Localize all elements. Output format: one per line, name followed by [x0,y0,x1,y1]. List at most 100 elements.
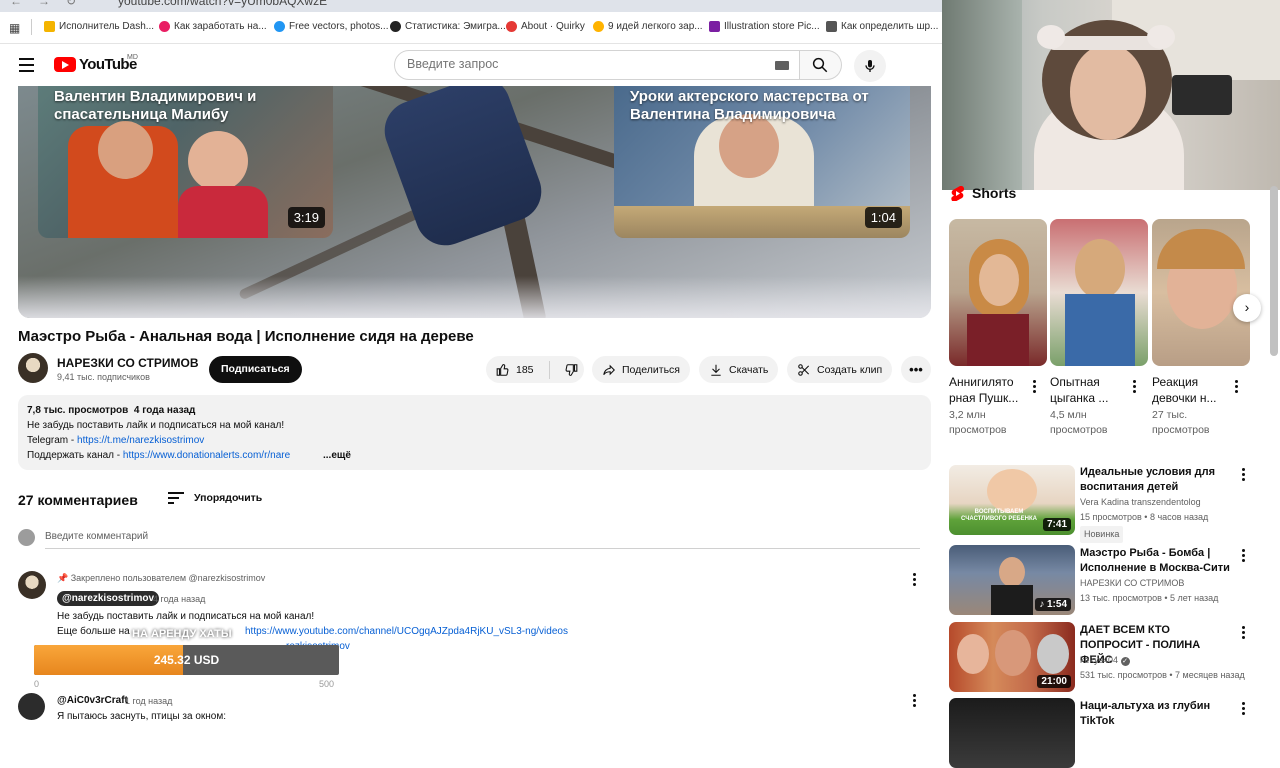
recommended-channel[interactable]: Vera Kadina transzendentolog [1080,495,1260,510]
keyboard-icon[interactable] [775,61,789,70]
bookmark-item[interactable]: Статистика: Эмигра... [390,21,506,32]
short-thumbnail[interactable] [949,219,1047,366]
shorts-next-button[interactable]: › [1233,294,1261,322]
page-scrollbar[interactable] [1270,186,1278,356]
youtube-logo-icon[interactable] [54,57,76,72]
short-title[interactable]: Опытная цыганка ... [1050,374,1136,406]
bookmark-item[interactable]: Исполнитель Dash... [44,21,154,32]
recommended-menu-icon[interactable] [1242,549,1246,564]
channel-avatar[interactable] [18,353,48,383]
recommended-menu-icon[interactable] [1242,468,1246,483]
short-menu-icon[interactable] [1033,380,1037,395]
comment-time[interactable]: 4 года назад [153,594,205,604]
short-thumbnail[interactable] [1152,219,1250,366]
endcard-video-1[interactable]: Валентин Владимирович и спасательница Ма… [38,86,333,238]
video-player[interactable]: Валентин Владимирович и спасательница Ма… [18,86,931,318]
donation-link[interactable]: https://www.donationalerts.com/r/nare [123,450,290,461]
face-image [995,630,1031,676]
comment-author[interactable]: @narezkisostrimov [57,591,160,606]
face-image [957,634,989,674]
donation-goal-value: 500 [319,679,335,689]
hair-image [1157,229,1245,269]
appliance-image [1172,75,1232,115]
logo-region-code: MD [127,54,138,61]
recommended-thumbnail[interactable]: 21:00 [949,622,1075,692]
create-clip-button[interactable]: Создать клип [787,356,893,383]
subscribe-button[interactable]: Подписаться [209,356,302,383]
voice-search-button[interactable] [854,50,886,82]
telegram-link[interactable]: https://t.me/narezkisostrimov [77,435,204,446]
forward-icon[interactable]: → [38,0,50,8]
video-duration: 21:00 [1037,675,1071,688]
view-count: 7,8 тыс. просмотров [27,405,129,416]
youtube-header: YouTube MD [0,44,942,86]
subscriber-count: 9,41 тыс. подписчиков [57,372,150,382]
bookmark-item[interactable]: Как определить шр... [826,21,938,32]
donation-amount: 245.32 USD [153,653,220,667]
recommended-title[interactable]: Маэстро Рыба - Бомба | Исполнение в Моск… [1080,546,1230,576]
description-box[interactable]: 7,8 тыс. просмотров 4 года назад Не забу… [18,395,931,470]
comment-time[interactable]: 1 год назад [125,696,172,706]
bookmark-item[interactable]: Free vectors, photos... [274,21,389,32]
recommended-thumbnail[interactable] [949,698,1075,768]
channel-name[interactable]: НАРЕЗКИ СО СТРИМОВ [57,356,199,370]
like-button[interactable]: 185 [486,360,550,379]
bookmark-favicon-icon [709,21,720,32]
dislike-button[interactable] [556,363,578,377]
search-box[interactable] [394,50,800,80]
recommended-channel[interactable]: НАРЕЗКИ СО СТРИМОВ [1080,576,1260,591]
shorts-heading[interactable]: Shorts [951,185,1016,201]
reload-icon[interactable]: ↻ [66,0,76,8]
bookmark-item[interactable]: Как заработать на... [159,21,267,32]
comment-author-avatar[interactable] [18,693,45,720]
recommended-meta: 13 тыс. просмотров • 5 лет назад [1080,593,1219,603]
window-image [942,0,1022,190]
menu-hamburger-icon[interactable] [19,58,34,72]
bookmark-label: Как определить шр... [841,21,939,32]
bookmark-item[interactable]: About · Quirky [506,21,585,32]
comment-menu-icon[interactable] [913,694,917,709]
download-button[interactable]: Скачать [699,356,779,383]
short-title[interactable]: Реакция девочки н... [1152,374,1238,406]
recommended-title[interactable]: Идеальные условия для воспитания детей [1080,465,1230,495]
short-thumbnail[interactable] [1050,219,1148,366]
thumbnail-caption: ВОСПИТЫВАЕМ СЧАСТЛИВОГО РЕБЕНКА [961,509,1037,522]
recommended-menu-icon[interactable] [1242,702,1246,717]
recommended-channel[interactable]: kekys404 [1080,655,1118,665]
comment-author[interactable]: @AiC0v3rCraft [57,695,128,706]
bookmark-item[interactable]: 9 идей легкого зар... [593,21,703,32]
apps-grid-icon[interactable]: ▦ [9,21,20,35]
recommended-thumbnail[interactable]: ВОСПИТЫВАЕМ СЧАСТЛИВОГО РЕБЕНКА 7:41 [949,465,1075,535]
comment-text: Еще больше на https://www.youtube.com/ch… [57,626,568,637]
recommended-thumbnail[interactable]: ♪ 1:54 [949,545,1075,615]
bookmark-favicon-icon [390,21,401,32]
bookmark-label: Illustration store Pic... [724,21,820,32]
short-menu-icon[interactable] [1133,380,1137,395]
comment-menu-icon[interactable] [913,573,917,588]
search-button[interactable] [800,50,842,80]
more-actions-icon[interactable]: ••• [901,356,931,383]
short-title[interactable]: Аннигилято рная Пушк... [949,374,1035,406]
recommended-title[interactable]: Наци-альтуха из глубин TikTok [1080,699,1230,729]
endcard-video-2[interactable]: Уроки актерского мастерства от Валентина… [614,86,910,238]
short-menu-icon[interactable] [1235,380,1239,395]
description-stats: 7,8 тыс. просмотров 4 года назад [27,405,195,416]
comment-channel-link[interactable]: https://www.youtube.com/channel/UCOgqAJZ… [245,626,568,637]
face-image [98,121,153,179]
add-comment-input[interactable]: Введите комментарий [45,531,920,549]
recommended-badge-row: Новинка [1080,526,1260,543]
address-bar[interactable]: ← → ↻ youtube.com/watch?v=yUm0bAQXwzE [0,0,942,12]
share-button[interactable]: Поделиться [592,356,690,383]
sort-comments-button[interactable]: Упорядочить [168,492,262,504]
comment-author-avatar[interactable] [18,571,46,599]
back-icon[interactable]: ← [10,0,22,8]
search-input[interactable] [407,57,747,71]
endcard-title: Валентин Владимирович и спасательница Ма… [54,88,257,123]
recommended-menu-icon[interactable] [1242,626,1246,641]
description-support: Поддержать канал - https://www.donationa… [27,450,290,461]
url-text[interactable]: youtube.com/watch?v=yUm0bAQXwzE [118,0,327,8]
description-line: Не забудь поставить лайк и подписаться н… [27,420,285,431]
like-dislike-group: 185 [486,356,584,383]
show-more-button[interactable]: ...ещё [323,450,351,461]
bookmark-item[interactable]: Illustration store Pic... [709,21,820,32]
